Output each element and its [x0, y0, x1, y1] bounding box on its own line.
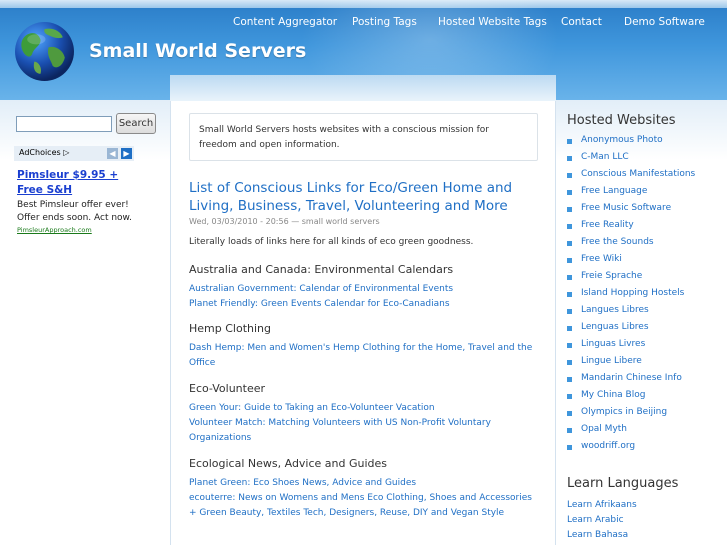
square-bullet-icon — [567, 275, 572, 280]
square-bullet-icon — [567, 156, 572, 161]
square-bullet-icon — [567, 326, 572, 331]
section-heading: Eco-Volunteer — [189, 382, 266, 395]
post-link[interactable]: Green Your: Guide to Taking an Eco-Volun… — [189, 401, 541, 416]
ad-title-link[interactable]: Pimsleur $9.95 + Free S&H — [17, 168, 135, 198]
square-bullet-icon — [567, 258, 572, 263]
post-link[interactable]: Australian Government: Calendar of Envir… — [189, 282, 541, 297]
chevron-right-icon[interactable]: ▶ — [121, 148, 132, 159]
post-link[interactable]: Volunteer Match: Matching Volunteers wit… — [189, 416, 541, 446]
search-button[interactable]: Search — [116, 113, 156, 134]
hosted-websites-heading: Hosted Websites — [567, 113, 676, 128]
search-input[interactable] — [16, 116, 112, 132]
nav-contact[interactable]: Contact — [561, 16, 602, 28]
list-item[interactable]: Learn Bahasa — [567, 530, 628, 540]
square-bullet-icon — [567, 292, 572, 297]
square-bullet-icon — [567, 360, 572, 365]
section-heading: Hemp Clothing — [189, 322, 271, 335]
post-link[interactable]: Planet Friendly: Green Events Calendar f… — [189, 297, 541, 312]
post-meta: Wed, 03/03/2010 - 20:56 — small world se… — [189, 217, 380, 226]
square-bullet-icon — [567, 343, 572, 348]
square-bullet-icon — [567, 190, 572, 195]
intro-box: Small World Servers hosts websites with … — [189, 113, 538, 161]
section-heading: Ecological News, Advice and Guides — [189, 457, 388, 470]
square-bullet-icon — [567, 224, 572, 229]
post-link[interactable]: Dash Hemp: Men and Women's Hemp Clothing… — [189, 341, 541, 371]
ad-text: Best Pimsleur offer ever! Offer ends soo… — [17, 200, 132, 223]
main-panel-top-gradient — [170, 75, 556, 101]
square-bullet-icon — [567, 428, 572, 433]
square-bullet-icon — [567, 377, 572, 382]
ad-url-link[interactable]: PimsleurApproach.com — [17, 226, 92, 234]
section-heading: Australia and Canada: Environmental Cale… — [189, 263, 454, 276]
globe-logo-icon[interactable] — [14, 21, 75, 82]
square-bullet-icon — [567, 241, 572, 246]
list-item[interactable]: Learn Afrikaans — [567, 500, 637, 510]
post-lead: Literally loads of links here for all ki… — [189, 237, 474, 247]
square-bullet-icon — [567, 207, 572, 212]
ad-choices-label[interactable]: AdChoices ▷ — [19, 148, 69, 157]
nav-demo-software[interactable]: Demo Software — [624, 16, 705, 28]
nav-content-aggregator[interactable]: Content Aggregator — [233, 16, 337, 28]
nav-hosted-website-tags[interactable]: Hosted Website Tags — [438, 16, 547, 28]
square-bullet-icon — [567, 173, 572, 178]
post-title-link[interactable]: List of Conscious Links for Eco/Green Ho… — [189, 179, 519, 215]
ad-choices-bar: AdChoices ▷ ◀ ▶ — [14, 146, 134, 161]
list-item[interactable]: Learn Arabic — [567, 515, 624, 525]
square-bullet-icon — [567, 394, 572, 399]
square-bullet-icon — [567, 411, 572, 416]
post-link[interactable]: Planet Green: Eco Shoes News, Advice and… — [189, 476, 541, 491]
ad-unit: AdChoices ▷ ◀ ▶ Pimsleur $9.95 + Free S&… — [14, 146, 134, 238]
square-bullet-icon — [567, 309, 572, 314]
nav-posting-tags[interactable]: Posting Tags — [352, 16, 417, 28]
square-bullet-icon — [567, 139, 572, 144]
post-link[interactable]: ecouterre: News on Womens and Mens Eco C… — [189, 491, 541, 521]
square-bullet-icon — [567, 445, 572, 450]
site-title[interactable]: Small World Servers — [89, 40, 306, 62]
learn-languages-heading: Learn Languages — [567, 476, 679, 491]
ad-choices-icon: ▷ — [63, 148, 70, 157]
chevron-left-icon[interactable]: ◀ — [107, 148, 118, 159]
